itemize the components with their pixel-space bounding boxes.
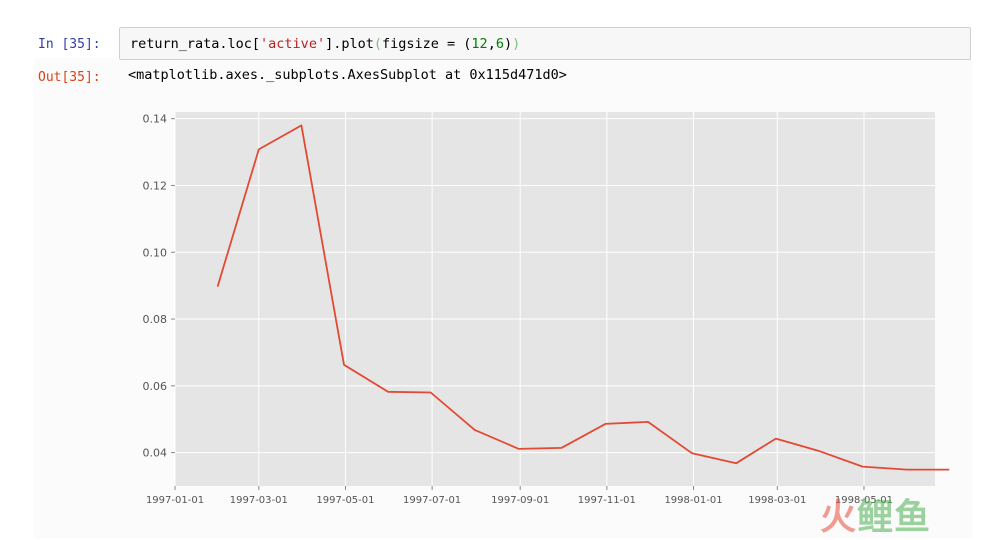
- y-tick-label: 0.08: [143, 313, 168, 326]
- output-prompt: Out[35]:: [38, 70, 101, 85]
- code-string-token: 'active': [260, 36, 326, 52]
- x-tick-label: 1997-07-01: [403, 495, 461, 506]
- watermark-char: 火: [820, 497, 858, 538]
- y-tick-label: 0.10: [143, 246, 168, 259]
- code-number-token: 12: [471, 36, 488, 52]
- x-tick-label: 1997-05-01: [316, 495, 374, 506]
- line-chart: 1997-01-01 1997-03-01 1997-05-01 1997-07-01…: [143, 112, 950, 506]
- code-token: ): [503, 36, 513, 52]
- code-line: return_rata.loc['active'].plot(figsize =…: [130, 36, 520, 52]
- y-tick-label: 0.14: [143, 113, 168, 126]
- code-token: ,: [487, 36, 496, 52]
- code-token: ].plot: [325, 36, 374, 52]
- code-token: return_rata.loc[: [130, 36, 261, 52]
- watermark-chars: 鲤鱼: [857, 497, 932, 538]
- watermark-logo: 火鲤鱼: [820, 488, 931, 540]
- x-tick-label: 1998-03-01: [748, 495, 806, 506]
- code-token: figsize =: [382, 36, 464, 52]
- input-prompt: In [35]:: [38, 37, 101, 52]
- x-tick-label: 1997-11-01: [578, 495, 636, 506]
- y-tick-label: 0.06: [143, 380, 168, 393]
- code-paren-token: ): [512, 36, 521, 52]
- code-paren-token: (: [373, 36, 382, 52]
- y-tick-label: 0.12: [143, 179, 168, 192]
- x-tick-label: 1997-01-01: [146, 495, 204, 506]
- code-input-cell[interactable]: return_rata.loc['active'].plot(figsize =…: [119, 27, 971, 60]
- output-text: <matplotlib.axes._subplots.AxesSubplot a…: [128, 67, 567, 83]
- plot-area: [175, 112, 935, 486]
- x-tick-label: 1997-09-01: [491, 495, 549, 506]
- x-tick-label: 1998-01-01: [664, 495, 722, 506]
- x-tick-label: 1997-03-01: [230, 495, 288, 506]
- code-number-token: 6: [495, 36, 504, 52]
- y-tick-label: 0.04: [143, 447, 168, 460]
